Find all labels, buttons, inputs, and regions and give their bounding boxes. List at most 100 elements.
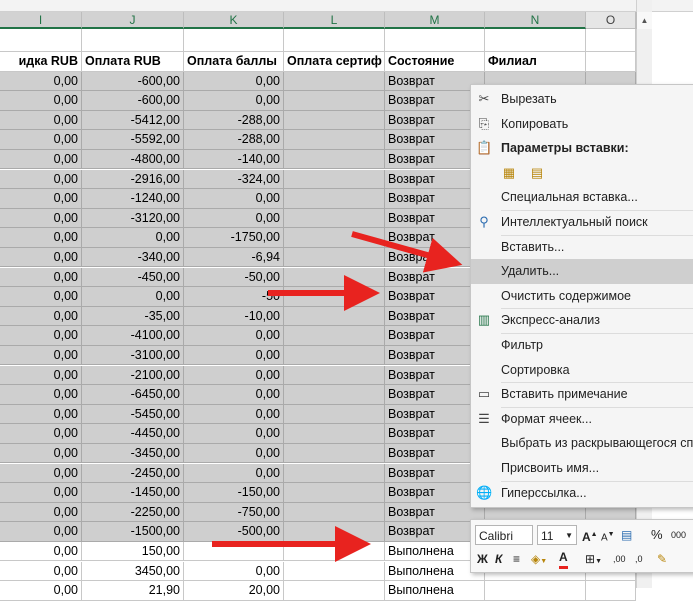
cell-l[interactable] <box>284 463 385 483</box>
cell-l[interactable] <box>284 326 385 346</box>
font-size-select[interactable]: 11 ▼ <box>537 525 577 545</box>
column-header-j[interactable]: J <box>82 12 184 29</box>
format-painter-icon[interactable]: ✎ <box>657 549 667 569</box>
font-color-icon[interactable]: A <box>559 549 568 569</box>
cell-j[interactable]: -1240,00 <box>82 189 184 209</box>
cell-l[interactable] <box>284 267 385 287</box>
cell-i[interactable]: 0,00 <box>0 424 82 444</box>
cell-l[interactable] <box>284 130 385 150</box>
cell-l[interactable] <box>284 385 385 405</box>
cell-k[interactable]: -10,00 <box>184 306 284 327</box>
decrease-decimal-icon[interactable]: ,0 <box>635 549 643 569</box>
cell-k[interactable]: 0,00 <box>184 404 284 425</box>
cell-j[interactable]: 0,00 <box>82 287 184 307</box>
header-branch[interactable]: Филиал <box>485 52 586 72</box>
cell-i[interactable]: 0,00 <box>0 91 82 111</box>
cell-j[interactable]: -450,00 <box>82 267 184 287</box>
cell-k[interactable]: 20,00 <box>184 581 284 601</box>
cell-k[interactable]: -140,00 <box>184 149 284 170</box>
cell-j[interactable]: -2250,00 <box>82 502 184 523</box>
cell-l[interactable] <box>284 581 385 601</box>
column-header-n[interactable]: N <box>485 12 586 29</box>
shrink-font-icon[interactable]: A▼ <box>601 525 615 545</box>
cell-k[interactable]: 0,00 <box>184 561 284 581</box>
cell-i[interactable]: 0,00 <box>0 443 82 464</box>
cell-l[interactable] <box>284 247 385 268</box>
grow-font-icon[interactable]: A▲ <box>582 525 598 545</box>
cell-j[interactable]: -340,00 <box>82 247 184 268</box>
menu-item-insert-comment[interactable]: ▭ Вставить примечание <box>471 382 693 407</box>
cell-j[interactable]: 0,00 <box>82 228 184 248</box>
cell-l[interactable] <box>284 502 385 523</box>
cell-k[interactable]: 0,00 <box>184 189 284 209</box>
cell-j[interactable]: 150,00 <box>82 541 184 562</box>
cell-j[interactable]: -1500,00 <box>82 522 184 542</box>
cell-k[interactable]: -50 <box>184 287 284 307</box>
cell-l[interactable] <box>284 541 385 562</box>
menu-item-cut[interactable]: ✂ Вырезать <box>471 87 693 112</box>
increase-decimal-icon[interactable]: ,00 <box>613 549 626 569</box>
cell-i[interactable]: 0,00 <box>0 189 82 209</box>
cell-i[interactable]: 0,00 <box>0 130 82 150</box>
comma-style-button[interactable]: 000 <box>671 525 686 545</box>
menu-item-clear-contents[interactable]: Очистить содержимое <box>471 284 693 309</box>
paste-formatting-icon[interactable]: ▦ <box>501 165 517 181</box>
column-header-o[interactable]: O <box>586 12 636 29</box>
cell-i[interactable]: 0,00 <box>0 365 82 385</box>
menu-item-sort[interactable]: Сортировка <box>471 358 693 383</box>
accounting-format-icon[interactable]: ▤ <box>621 525 632 545</box>
cell-i[interactable]: 0,00 <box>0 208 82 229</box>
align-center-icon[interactable]: ≡ <box>513 549 520 569</box>
cell-i[interactable]: 0,00 <box>0 345 82 366</box>
cell-k[interactable]: -6,94 <box>184 247 284 268</box>
cell-j[interactable]: -600,00 <box>82 91 184 111</box>
cell-l[interactable] <box>284 522 385 542</box>
cell-n[interactable] <box>485 581 586 601</box>
cell-j[interactable]: -6450,00 <box>82 385 184 405</box>
menu-item-copy[interactable]: ⎘ Копировать <box>471 112 693 137</box>
cell-l[interactable] <box>284 208 385 229</box>
header-payment-points[interactable]: Оплата баллы <box>184 52 284 72</box>
cell-k[interactable]: -288,00 <box>184 130 284 150</box>
italic-button[interactable]: К <box>495 549 502 569</box>
cell-k[interactable]: 0,00 <box>184 345 284 366</box>
cell-i[interactable]: 0,00 <box>0 522 82 542</box>
cell-i[interactable]: 0,00 <box>0 561 82 581</box>
menu-item-define-name[interactable]: Присвоить имя... <box>471 456 693 481</box>
cell-o[interactable] <box>586 581 636 601</box>
cell-j[interactable]: -4800,00 <box>82 149 184 170</box>
cell-i[interactable]: 0,00 <box>0 483 82 503</box>
cell-l[interactable] <box>284 71 385 91</box>
cell-l[interactable] <box>284 189 385 209</box>
menu-item-insert[interactable]: Вставить... <box>471 235 693 260</box>
cell-l[interactable] <box>284 424 385 444</box>
cell-l[interactable] <box>284 149 385 170</box>
cell-i[interactable]: 0,00 <box>0 247 82 268</box>
column-header-l[interactable]: L <box>284 12 385 29</box>
cell-k[interactable]: 0,00 <box>184 463 284 483</box>
cell-l[interactable] <box>284 365 385 385</box>
cell-l[interactable] <box>284 443 385 464</box>
cell-i[interactable]: 0,00 <box>0 306 82 327</box>
column-header-k[interactable]: K <box>184 12 284 29</box>
cell-k[interactable]: 0,00 <box>184 71 284 91</box>
header-payment-rub[interactable]: Оплата RUB <box>82 52 184 72</box>
cell-i[interactable]: 0,00 <box>0 581 82 601</box>
column-header-i[interactable]: I <box>0 12 82 29</box>
cell-j[interactable]: -2450,00 <box>82 463 184 483</box>
cell-j[interactable]: -2100,00 <box>82 365 184 385</box>
cell-i[interactable]: 0,00 <box>0 463 82 483</box>
menu-item-hyperlink[interactable]: 🌐 Гиперссылка... <box>471 481 693 506</box>
cell-j[interactable]: -3120,00 <box>82 208 184 229</box>
cell-k[interactable]: -1750,00 <box>184 228 284 248</box>
cell-j[interactable]: -5592,00 <box>82 130 184 150</box>
cell-l[interactable] <box>284 91 385 111</box>
cell-i[interactable]: 0,00 <box>0 404 82 425</box>
cell-k[interactable]: 0,00 <box>184 208 284 229</box>
cell-l[interactable] <box>284 169 385 189</box>
menu-item-format-cells[interactable]: ☰ Формат ячеек... <box>471 407 693 432</box>
cell-j[interactable]: -1450,00 <box>82 483 184 503</box>
menu-item-paste-special[interactable]: Специальная вставка... <box>471 185 693 210</box>
bold-button[interactable]: Ж <box>477 549 488 569</box>
cell-j[interactable]: 3450,00 <box>82 561 184 581</box>
